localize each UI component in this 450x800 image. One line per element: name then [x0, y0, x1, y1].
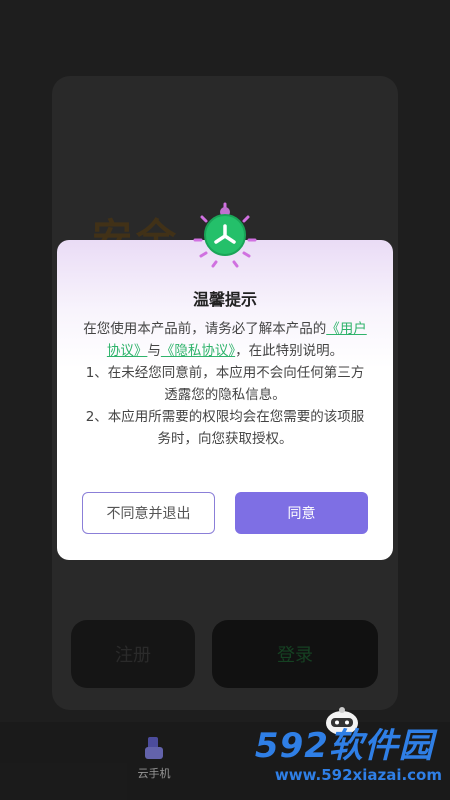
watermark: 592软件园 www.592xiazai.com — [255, 726, 442, 784]
tip-lamp-icon — [193, 202, 257, 268]
dialog-title: 温馨提示 — [192, 290, 257, 309]
dialog-body: 在您使用本产品前，请务必了解本产品的《用户协议》与《隐私协议》，在此特别说明。 … — [80, 318, 370, 450]
dialog-and-text: 与 — [147, 343, 161, 359]
dialog-intro-prefix: 在您使用本产品前，请务必了解本产品的 — [83, 321, 327, 337]
privacy-policy-link[interactable]: 《隐私协议》 — [161, 343, 235, 359]
agree-button[interactable]: 同意 — [235, 492, 368, 534]
dialog-intro-suffix: ，在此特别说明。 — [235, 343, 344, 359]
watermark-url: www.592xiazai.com — [274, 766, 442, 784]
dialog-item-1: 1、在未经您同意前，本应用不会向任何第三方透露您的隐私信息。 — [85, 365, 365, 403]
watermark-brand: 592软件园 — [254, 726, 434, 766]
dialog-item-2: 2、本应用所需要的权限均会在您需要的该项服务时，向您获取授权。 — [85, 409, 365, 447]
decline-exit-button[interactable]: 不同意并退出 — [82, 492, 215, 534]
